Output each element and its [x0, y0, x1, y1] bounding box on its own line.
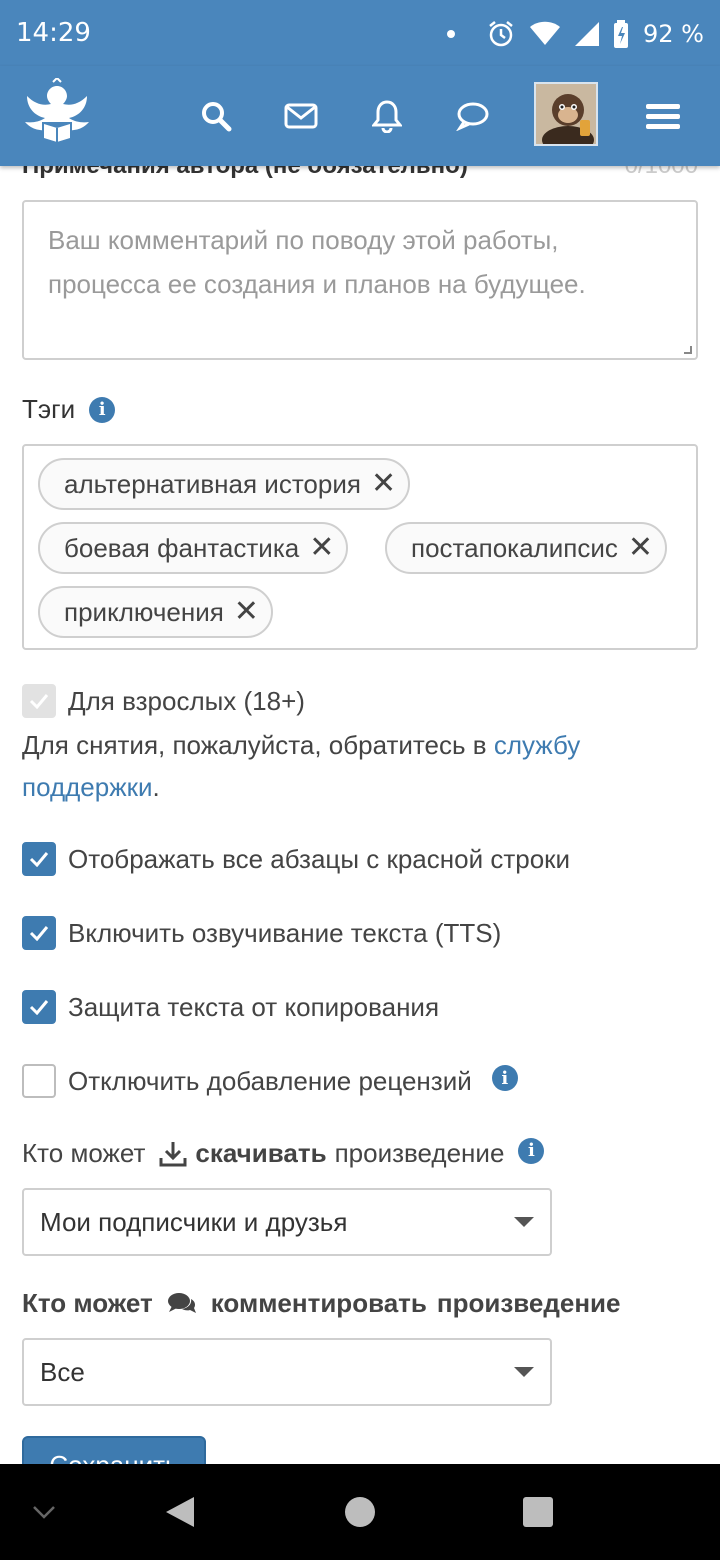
- resize-handle[interactable]: [684, 346, 692, 354]
- tag-label: боевая фантастика: [64, 532, 300, 563]
- tags-label: Тэги i: [22, 394, 116, 425]
- download-icon: [159, 1141, 187, 1166]
- status-bar: 14:29 92 %: [0, 0, 720, 66]
- comments-icon: [167, 1292, 196, 1313]
- tag-label: постапокалипсис: [411, 532, 618, 563]
- site-logo[interactable]: [16, 76, 98, 154]
- info-icon[interactable]: i: [518, 1137, 545, 1164]
- option-checkbox[interactable]: [22, 916, 56, 950]
- close-icon[interactable]: ✕: [371, 469, 396, 499]
- work-settings-form: Примечания автора (не обязательно) 0/100…: [0, 166, 720, 1464]
- tag-chip: приключения ✕: [38, 586, 273, 638]
- save-button[interactable]: Сохранить: [22, 1436, 206, 1464]
- tag-chip: боевая фантастика ✕: [38, 522, 349, 574]
- option-label: Отображать все абзацы с красной строки: [68, 843, 571, 874]
- comment-permission-value: Все: [40, 1356, 85, 1387]
- option-row[interactable]: Отключить добавление рецензий i: [22, 1064, 518, 1098]
- tag-label: альтернативная история: [64, 468, 361, 499]
- hide-keyboard-icon[interactable]: [24, 1492, 64, 1532]
- option-row[interactable]: Отображать все абзацы с красной строки: [22, 842, 570, 876]
- chevron-down-icon: [514, 1367, 534, 1377]
- tag-chip: постапокалипсис ✕: [385, 522, 667, 574]
- author-notes-placeholder: Ваш комментарий по поводу этой работы, п…: [48, 225, 586, 299]
- chevron-down-icon: [514, 1217, 534, 1227]
- mail-icon[interactable]: [281, 96, 321, 136]
- author-notes-label: Примечания автора (не обязательно): [22, 166, 468, 180]
- adult-checkbox-row: Для взрослых (18+): [22, 684, 305, 718]
- comment-permission-label: Кто может комментировать произведение: [22, 1288, 620, 1319]
- avatar[interactable]: [534, 82, 598, 146]
- bell-icon[interactable]: [367, 96, 407, 136]
- close-icon[interactable]: ✕: [628, 533, 653, 563]
- author-notes-textarea[interactable]: Ваш комментарий по поводу этой работы, п…: [22, 200, 698, 360]
- download-permission-label: Кто может скачивать произведение i: [22, 1137, 545, 1169]
- option-row[interactable]: Включить озвучивание текста (TTS): [22, 916, 501, 950]
- download-label-prefix: Кто может: [22, 1138, 146, 1168]
- option-checkbox[interactable]: [22, 1064, 56, 1098]
- battery-icon: [614, 20, 629, 48]
- system-nav-bar: [0, 1464, 720, 1560]
- download-permission-select[interactable]: Мои подписчики и друзья: [22, 1188, 552, 1256]
- adult-label: Для взрослых (18+): [68, 685, 305, 716]
- status-time: 14:29: [16, 18, 91, 48]
- download-label-bold: скачивать: [195, 1138, 327, 1168]
- tags-label-text: Тэги: [22, 394, 76, 424]
- chat-icon[interactable]: [453, 96, 493, 136]
- signal-icon: [575, 22, 600, 46]
- option-label: Включить озвучивание текста (TTS): [68, 917, 502, 948]
- option-checkbox[interactable]: [22, 990, 56, 1024]
- home-icon[interactable]: [340, 1492, 380, 1532]
- comment-label-suffix: произведение: [436, 1288, 621, 1318]
- search-icon[interactable]: [196, 96, 236, 136]
- close-icon[interactable]: ✕: [309, 533, 334, 563]
- app-header: [0, 66, 720, 166]
- option-label: Защита текста от копирования: [68, 991, 440, 1022]
- alarm-icon: [489, 21, 513, 47]
- tag-label: приключения: [64, 596, 224, 627]
- notification-dot-icon: [447, 30, 456, 38]
- status-icons: 92 %: [447, 18, 704, 50]
- option-label: Отключить добавление рецензий: [68, 1065, 472, 1096]
- adult-note: Для снятия, пожалуйста, обратитесь в слу…: [22, 724, 702, 808]
- tags-input[interactable]: альтернативная история ✕ боевая фантасти…: [22, 444, 698, 650]
- info-icon[interactable]: i: [491, 1065, 518, 1091]
- comment-label-prefix: Кто может: [22, 1288, 153, 1318]
- adult-note-text: Для снятия, пожалуйста, обратитесь в: [22, 730, 494, 760]
- option-checkbox[interactable]: [22, 842, 56, 876]
- back-icon[interactable]: [160, 1492, 200, 1532]
- author-notes-counter: 0/1000: [625, 166, 698, 180]
- close-icon[interactable]: ✕: [234, 597, 259, 627]
- menu-icon[interactable]: [643, 96, 683, 136]
- download-label-suffix: произведение: [334, 1138, 505, 1168]
- recents-icon[interactable]: [518, 1492, 558, 1532]
- battery-level: 92 %: [643, 20, 704, 48]
- adult-checkbox: [22, 684, 56, 718]
- option-row[interactable]: Защита текста от копирования: [22, 990, 439, 1024]
- adult-note-suffix: .: [152, 772, 160, 802]
- comment-permission-select[interactable]: Все: [22, 1338, 552, 1406]
- tag-chip: альтернативная история ✕: [38, 458, 411, 510]
- wifi-icon: [530, 21, 561, 45]
- info-icon[interactable]: i: [89, 396, 116, 423]
- download-permission-value: Мои подписчики и друзья: [40, 1206, 348, 1237]
- comment-label-bold: комментировать: [210, 1288, 427, 1318]
